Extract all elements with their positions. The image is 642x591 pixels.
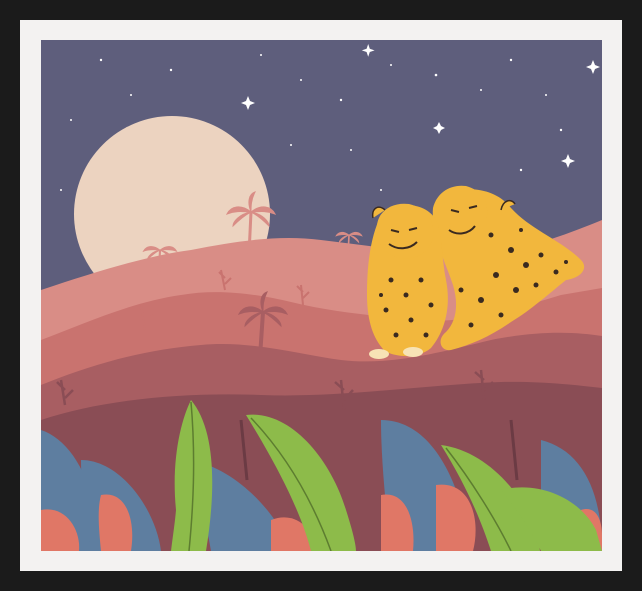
cheetah-cub (367, 203, 448, 359)
picture-frame (0, 0, 642, 591)
artwork-illustration (41, 40, 602, 551)
artwork (41, 40, 602, 551)
